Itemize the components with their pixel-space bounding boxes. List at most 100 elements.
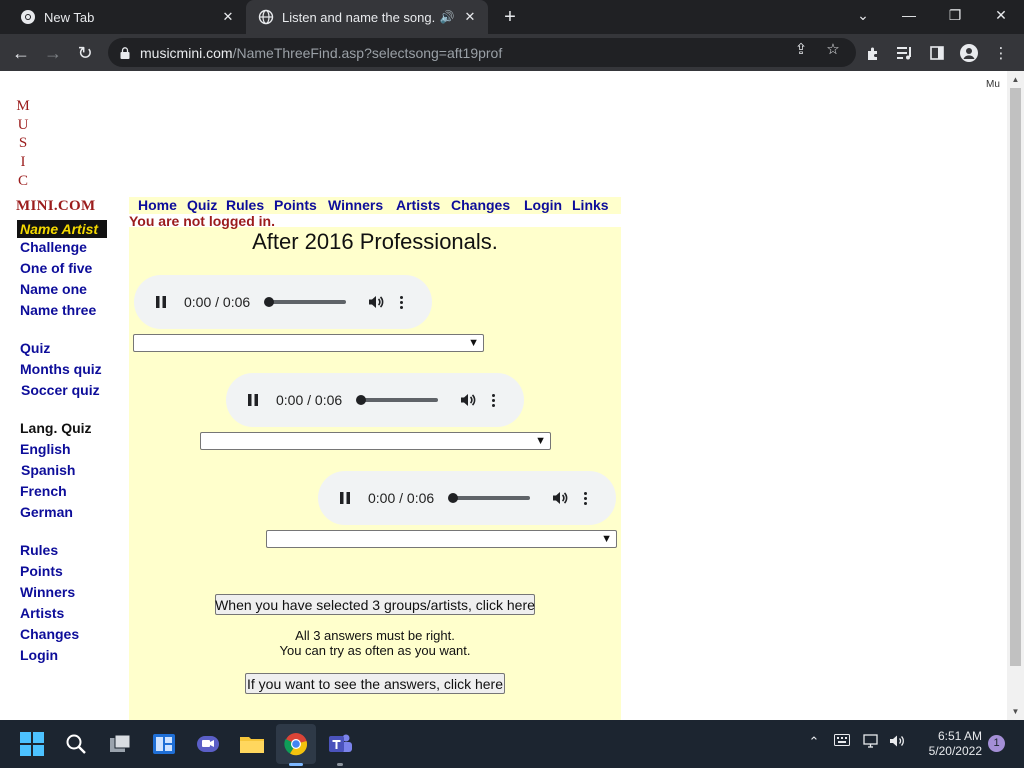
new-tab-button[interactable]: + [498,5,522,29]
windows-taskbar: ⌃ 6:51 AM 5/20/2022 1 [0,720,1024,768]
profile-icon[interactable] [956,40,982,66]
chrome-menu-icon[interactable]: ⋮ [988,40,1014,66]
sidebar-item-name-three[interactable]: Name three [20,302,96,318]
audio-playing-icon[interactable]: 🔊 [438,10,456,24]
sidebar-item-changes[interactable]: Changes [20,626,79,642]
sidebar-item-months-quiz[interactable]: Months quiz [20,361,102,377]
chrome-taskbar-icon[interactable] [280,728,312,760]
player-more-icon[interactable] [492,393,495,407]
reload-button[interactable]: ↻ [72,40,98,66]
sidebar-item-challenge[interactable]: Challenge [20,239,87,255]
rules-note-line1: All 3 answers must be right. [295,628,455,643]
close-tab-icon[interactable]: ✕ [460,9,480,25]
sidebar-item-spanish[interactable]: Spanish [21,462,75,478]
sidebar-item-name-artist[interactable]: Name Artist [17,220,107,238]
progress-knob[interactable] [264,297,274,307]
player-progress-slider[interactable] [356,395,438,405]
extensions-icon[interactable] [860,40,886,66]
player-progress-slider[interactable] [448,493,530,503]
teams-icon[interactable] [324,728,356,760]
page-viewport: Mu M U S I C MINI.COM Name Artist Challe… [0,71,1007,720]
audio-player-2[interactable]: 0:00 / 0:06 [226,373,524,427]
forward-button[interactable]: → [40,40,66,66]
site-logo-vertical[interactable]: M U S I C [13,97,33,191]
tab-listen-song[interactable]: Listen and name the song. 8( 🔊 ✕ [246,0,488,34]
sidebar-item-winners[interactable]: Winners [20,584,75,600]
submit-answers-button[interactable]: When you have selected 3 groups/artists,… [215,594,535,615]
nav-rules[interactable]: Rules [226,197,264,213]
player-more-icon[interactable] [400,295,403,309]
sidebar-item-english[interactable]: English [20,441,71,457]
logo-letter: C [17,172,28,189]
teams-chat-icon[interactable] [192,728,224,760]
widgets-icon[interactable] [148,728,180,760]
sidebar-item-german[interactable]: German [20,504,73,520]
progress-knob[interactable] [356,395,366,405]
keyboard-icon[interactable] [832,734,852,749]
answer-select-1[interactable]: ▼ [133,334,484,352]
player-progress-slider[interactable] [264,297,346,307]
pause-icon[interactable] [150,296,172,308]
back-button[interactable]: ← [8,40,34,66]
nav-winners[interactable]: Winners [328,197,383,213]
volume-icon[interactable] [368,294,384,310]
volume-icon[interactable] [460,392,476,408]
scrollbar-thumb[interactable] [1010,88,1021,666]
network-icon[interactable] [862,734,882,751]
pause-icon[interactable] [334,492,356,504]
tab-title: New Tab [44,9,95,25]
sidebar-item-french[interactable]: French [20,483,67,499]
scroll-up-arrow-icon[interactable]: ▲ [1007,71,1024,88]
lock-icon[interactable] [120,46,130,59]
minimize-button[interactable]: — [886,0,932,30]
sidebar-item-one-of-five[interactable]: One of five [20,260,92,276]
volume-icon[interactable] [552,490,568,506]
nav-changes[interactable]: Changes [451,197,510,213]
media-control-icon[interactable] [892,40,918,66]
nav-home[interactable]: Home [138,197,177,213]
rules-note-line2: You can try as often as you want. [279,643,471,658]
audio-player-3[interactable]: 0:00 / 0:06 [318,471,616,525]
page-scrollbar[interactable]: ▲ ▼ [1007,71,1024,720]
search-icon[interactable] [60,728,92,760]
sidebar-item-quiz[interactable]: Quiz [20,340,50,356]
sidebar-heading-lang-quiz: Lang. Quiz [20,420,92,436]
share-icon[interactable]: ⇪ [792,40,810,58]
task-view-icon[interactable] [104,728,136,760]
tab-search-icon[interactable]: ⌄ [840,0,886,30]
close-tab-icon[interactable]: ✕ [218,9,238,25]
sidebar-item-name-one[interactable]: Name one [20,281,87,297]
system-clock[interactable]: 6:51 AM 5/20/2022 [916,729,982,759]
player-more-icon[interactable] [584,491,587,505]
sidebar-item-rules[interactable]: Rules [20,542,58,558]
answer-select-3[interactable]: ▼ [266,530,617,548]
close-window-button[interactable]: ✕ [978,0,1024,30]
sidebar-item-soccer-quiz[interactable]: Soccer quiz [21,382,100,398]
sidebar-item-login[interactable]: Login [20,647,58,663]
restore-button[interactable]: ❐ [932,0,978,30]
nav-quiz[interactable]: Quiz [187,197,217,213]
pause-icon[interactable] [242,394,264,406]
nav-artists[interactable]: Artists [396,197,440,213]
nav-links[interactable]: Links [572,197,609,213]
clock-date: 5/20/2022 [928,744,982,758]
sidebar-item-points[interactable]: Points [20,563,63,579]
chevron-up-icon[interactable]: ⌃ [804,734,824,750]
audio-player-1[interactable]: 0:00 / 0:06 [134,275,432,329]
side-panel-icon[interactable] [924,40,950,66]
scroll-down-arrow-icon[interactable]: ▼ [1007,703,1024,720]
nav-login[interactable]: Login [524,197,562,213]
notification-badge[interactable]: 1 [988,735,1005,752]
address-bar[interactable]: musicmini.com/NameThreeFind.asp?selectso… [108,38,856,67]
site-logo-mini[interactable]: MINI.COM [16,198,95,215]
show-answers-button[interactable]: If you want to see the answers, click he… [245,673,505,694]
sidebar-item-artists[interactable]: Artists [20,605,64,621]
bookmark-star-icon[interactable]: ☆ [824,40,842,58]
tab-new-tab[interactable]: New Tab ✕ [8,0,246,34]
nav-points[interactable]: Points [274,197,317,213]
progress-knob[interactable] [448,493,458,503]
speaker-icon[interactable] [888,734,908,751]
answer-select-2[interactable]: ▼ [200,432,551,450]
file-explorer-icon[interactable] [236,728,268,760]
windows-start-icon[interactable] [16,728,48,760]
